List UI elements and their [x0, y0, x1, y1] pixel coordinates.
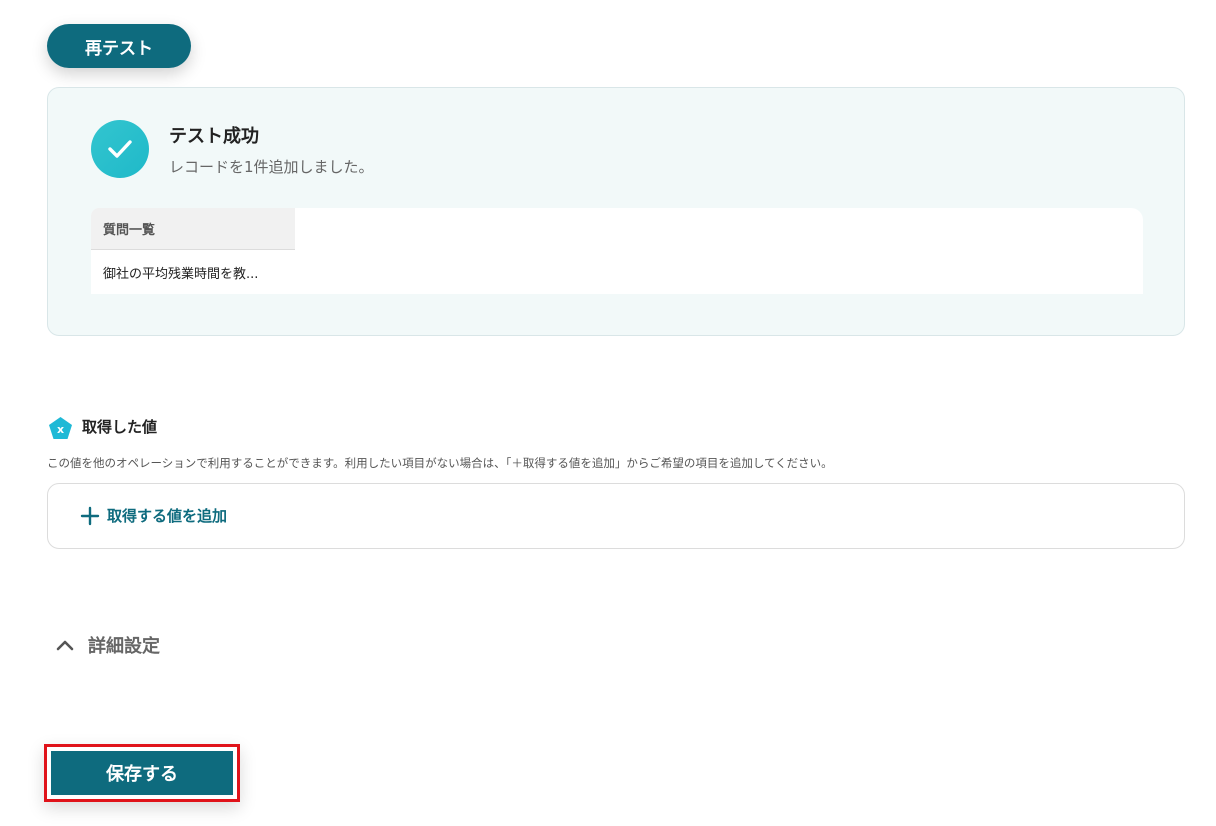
- chevron-up-icon: [56, 640, 74, 651]
- checkmark-icon: [91, 120, 149, 178]
- retest-button[interactable]: 再テスト: [47, 24, 191, 68]
- save-button[interactable]: 保存する: [51, 751, 233, 795]
- result-title: テスト成功: [169, 126, 259, 147]
- acquired-values-title: 取得した値: [82, 418, 158, 436]
- variable-pentagon-icon: x: [49, 417, 72, 439]
- add-value-button[interactable]: 取得する値を追加: [80, 505, 227, 526]
- settings-page: 再テスト テスト成功 レコードを1件追加しました。 質問一覧 御社の平均残業時間…: [0, 0, 1216, 826]
- acquired-values-description: この値を他のオペレーションで利用することができます。利用したい項目がない場合は、…: [47, 456, 833, 470]
- details-label: 詳細設定: [88, 636, 160, 657]
- table-header: 質問一覧: [91, 208, 295, 250]
- plus-icon: [80, 506, 100, 525]
- save-highlight-frame: 保存する: [44, 744, 240, 802]
- add-value-label: 取得する値を追加: [107, 507, 228, 525]
- result-message: レコードを1件追加しました。: [169, 158, 374, 176]
- record-table: 質問一覧 御社の平均残業時間を教...: [91, 208, 1143, 294]
- acquired-values-box: 取得する値を追加: [47, 483, 1185, 549]
- table-cell: 御社の平均残業時間を教...: [103, 266, 259, 282]
- test-result-panel: テスト成功 レコードを1件追加しました。 質問一覧 御社の平均残業時間を教...: [47, 87, 1185, 336]
- details-toggle[interactable]: 詳細設定: [54, 632, 160, 658]
- svg-text:x: x: [57, 423, 64, 436]
